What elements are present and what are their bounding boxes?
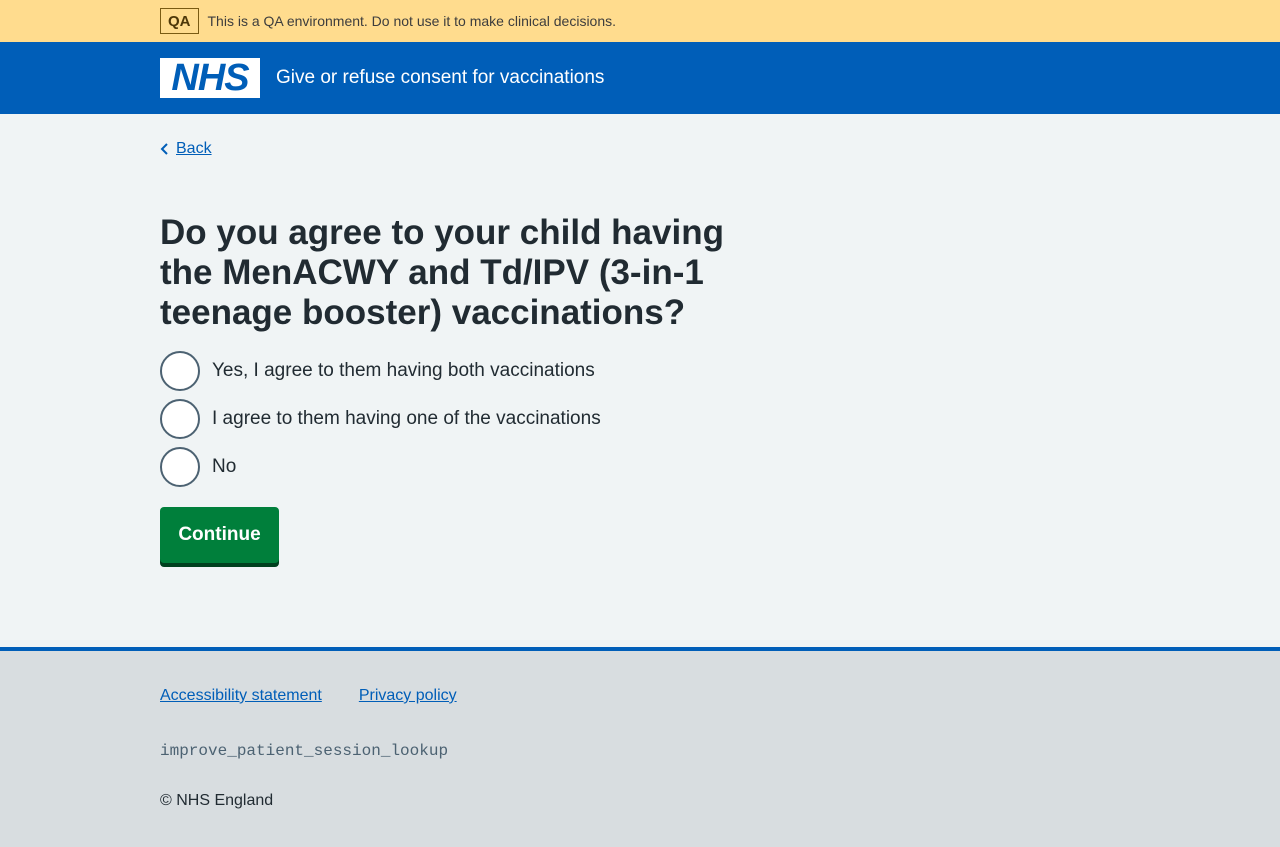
radio-option-one[interactable]: I agree to them having one of the vaccin… [160,399,1280,439]
nhs-logo-text: NHS [171,57,249,99]
radio-button[interactable] [160,399,200,439]
environment-tag: QA [160,8,199,34]
back-link[interactable]: Back [160,140,212,158]
main-content: Back Do you agree to your child having t… [0,114,1280,647]
consent-radio-group: Yes, I agree to them having both vaccina… [160,351,1280,487]
privacy-policy-link[interactable]: Privacy policy [359,687,457,705]
accessibility-statement-link[interactable]: Accessibility statement [160,687,322,705]
environment-banner: QA This is a QA environment. Do not use … [0,0,1280,42]
environment-message: This is a QA environment. Do not use it … [207,13,617,29]
service-name[interactable]: Give or refuse consent for vaccinations [276,67,604,89]
radio-label[interactable]: I agree to them having one of the vaccin… [212,408,601,430]
radio-button[interactable] [160,351,200,391]
site-footer: Accessibility statement Privacy policy i… [0,647,1280,847]
radio-button[interactable] [160,447,200,487]
footer-links: Accessibility statement Privacy policy [160,687,1280,705]
continue-button[interactable]: Continue [160,507,279,563]
branch-name: improve_patient_session_lookup [160,742,449,760]
site-header: NHS Give or refuse consent for vaccinati… [0,42,1280,114]
copyright: © NHS England [160,792,274,809]
back-link-label: Back [176,140,212,157]
radio-label[interactable]: Yes, I agree to them having both vaccina… [212,360,595,382]
page-title: Do you agree to your child having the Me… [160,213,724,332]
radio-label[interactable]: No [212,456,236,478]
radio-option-no[interactable]: No [160,447,1280,487]
radio-option-both[interactable]: Yes, I agree to them having both vaccina… [160,351,1280,391]
chevron-left-icon [160,143,168,155]
nhs-logo[interactable]: NHS [160,58,260,98]
